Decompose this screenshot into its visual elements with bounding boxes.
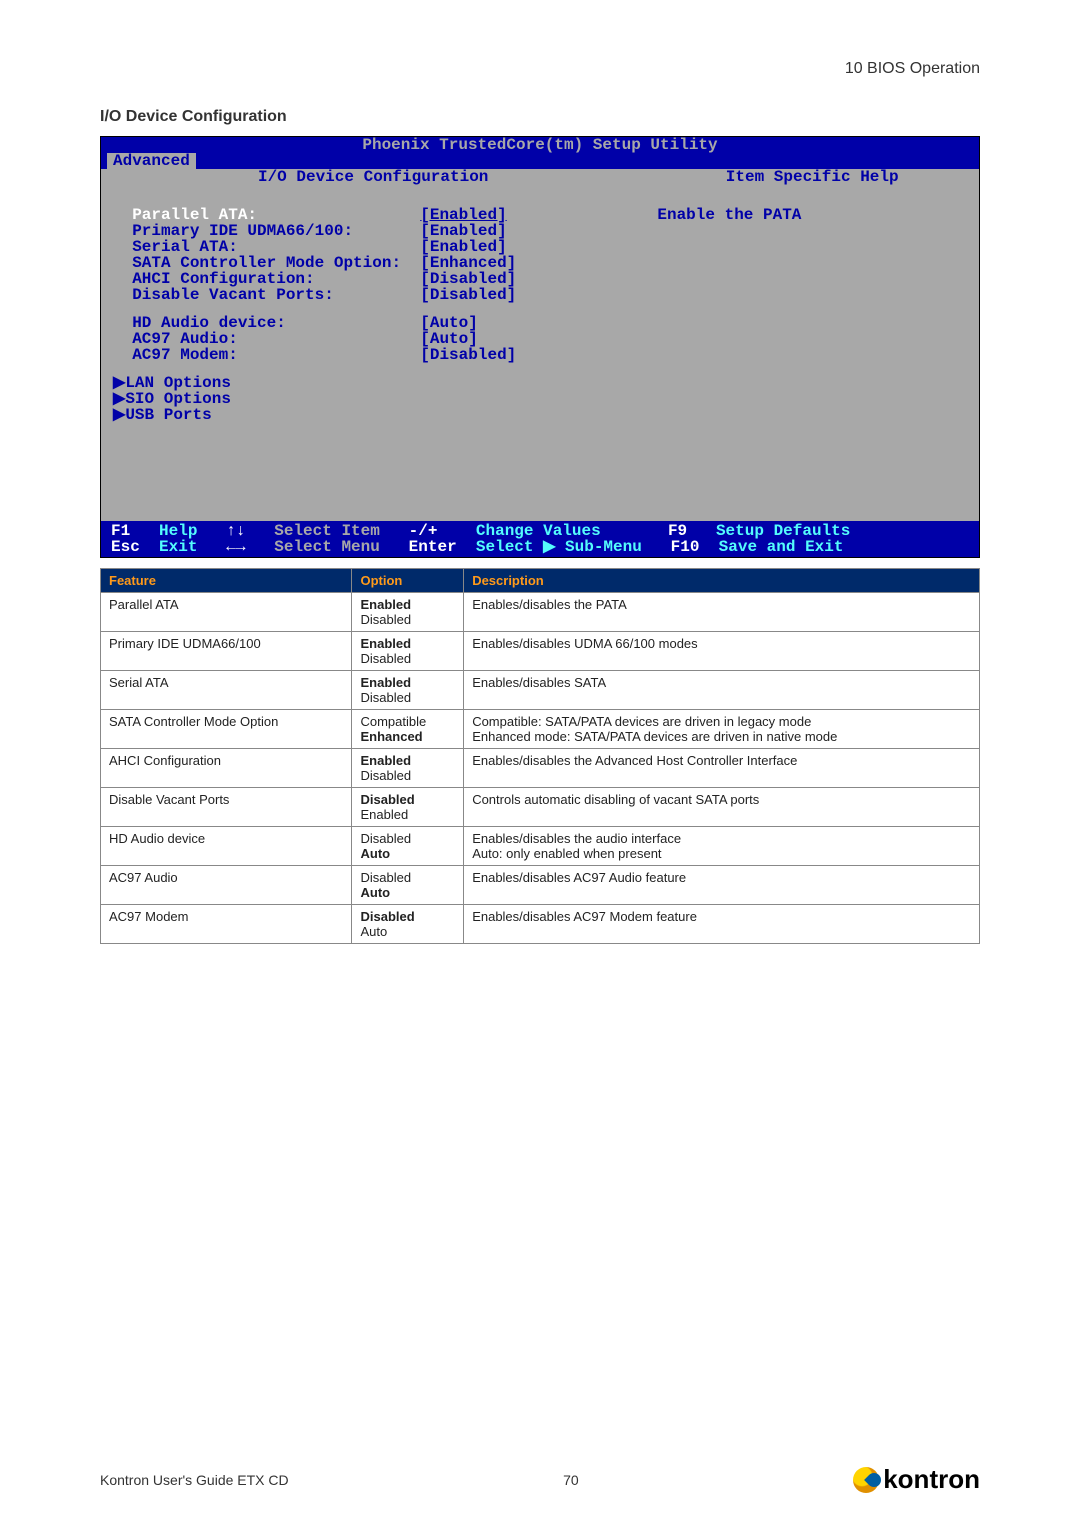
description-cell: Enables/disables the Advanced Host Contr…: [464, 749, 980, 788]
option-cell: EnabledDisabled: [352, 749, 464, 788]
footer-doc-title: Kontron User's Guide ETX CD: [100, 1472, 289, 1488]
feature-cell: HD Audio device: [101, 827, 352, 866]
bios-settings-pane: Parallel ATA: [Enabled] Primary IDE UDMA…: [101, 201, 645, 521]
table-header: Feature: [101, 569, 352, 593]
feature-cell: AHCI Configuration: [101, 749, 352, 788]
option-cell: CompatibleEnhanced: [352, 710, 464, 749]
option-cell: EnabledDisabled: [352, 632, 464, 671]
bios-submenu-item[interactable]: USB Ports: [113, 407, 633, 423]
table-row: AC97 ModemDisabledAutoEnables/disables A…: [101, 905, 980, 944]
option-cell: DisabledAuto: [352, 827, 464, 866]
table-row: AC97 AudioDisabledAutoEnables/disables A…: [101, 866, 980, 905]
bios-setting-row[interactable]: HD Audio device: [Auto]: [113, 315, 633, 331]
bios-help-text: Enable the PATA: [657, 207, 967, 223]
feature-cell: AC97 Audio: [101, 866, 352, 905]
feature-cell: SATA Controller Mode Option: [101, 710, 352, 749]
feature-cell: Primary IDE UDMA66/100: [101, 632, 352, 671]
bios-setting-row[interactable]: AC97 Audio: [Auto]: [113, 331, 633, 347]
option-cell: DisabledEnabled: [352, 788, 464, 827]
page-footer: Kontron User's Guide ETX CD 70 kontron: [100, 1464, 980, 1495]
option-cell: DisabledAuto: [352, 866, 464, 905]
table-row: SATA Controller Mode OptionCompatibleEnh…: [101, 710, 980, 749]
description-cell: Enables/disables the PATA: [464, 593, 980, 632]
bios-footer: F1 Help ↑↓ Select Item -/+ Change Values…: [101, 521, 979, 557]
bios-submenu-item[interactable]: SIO Options: [113, 391, 633, 407]
description-cell: Enables/disables SATA: [464, 671, 980, 710]
bios-tab-advanced[interactable]: Advanced: [107, 153, 196, 169]
table-row: Serial ATAEnabledDisabledEnables/disable…: [101, 671, 980, 710]
feature-cell: Disable Vacant Ports: [101, 788, 352, 827]
description-cell: Enables/disables the audio interface Aut…: [464, 827, 980, 866]
description-cell: Compatible: SATA/PATA devices are driven…: [464, 710, 980, 749]
table-row: Disable Vacant PortsDisabledEnabledContr…: [101, 788, 980, 827]
option-cell: EnabledDisabled: [352, 593, 464, 632]
footer-page-number: 70: [563, 1472, 579, 1488]
table-row: Primary IDE UDMA66/100EnabledDisabledEna…: [101, 632, 980, 671]
feature-cell: AC97 Modem: [101, 905, 352, 944]
kontron-logo-icon: [853, 1467, 879, 1493]
chapter-header: 10 BIOS Operation: [100, 60, 980, 78]
bios-setting-row[interactable]: Serial ATA: [Enabled]: [113, 239, 633, 255]
feature-table: FeatureOptionDescription Parallel ATAEna…: [100, 568, 980, 944]
option-cell: DisabledAuto: [352, 905, 464, 944]
section-title: I/O Device Configuration: [100, 108, 980, 126]
bios-tabs: Advanced: [101, 153, 979, 169]
bios-screenshot: Phoenix TrustedCore(tm) Setup Utility Ad…: [100, 136, 980, 558]
feature-cell: Serial ATA: [101, 671, 352, 710]
description-cell: Enables/disables AC97 Audio feature: [464, 866, 980, 905]
table-header: Option: [352, 569, 464, 593]
bios-subtitles: I/O Device Configuration Item Specific H…: [101, 169, 979, 185]
table-header: Description: [464, 569, 980, 593]
description-cell: Enables/disables UDMA 66/100 modes: [464, 632, 980, 671]
bios-setting-row[interactable]: SATA Controller Mode Option: [Enhanced]: [113, 255, 633, 271]
bios-setting-row[interactable]: Disable Vacant Ports: [Disabled]: [113, 287, 633, 303]
bios-setting-row[interactable]: AHCI Configuration: [Disabled]: [113, 271, 633, 287]
table-row: Parallel ATAEnabledDisabledEnables/disab…: [101, 593, 980, 632]
bios-setting-row[interactable]: Primary IDE UDMA66/100: [Enabled]: [113, 223, 633, 239]
bios-help-pane: Enable the PATA: [645, 201, 979, 521]
table-row: HD Audio deviceDisabledAutoEnables/disab…: [101, 827, 980, 866]
bios-setting-row[interactable]: Parallel ATA: [Enabled]: [113, 207, 633, 223]
table-row: AHCI ConfigurationEnabledDisabledEnables…: [101, 749, 980, 788]
description-cell: Enables/disables AC97 Modem feature: [464, 905, 980, 944]
bios-title: Phoenix TrustedCore(tm) Setup Utility: [101, 137, 979, 153]
bios-left-title: I/O Device Configuration: [101, 169, 645, 185]
brand-name: kontron: [883, 1464, 980, 1495]
bios-right-title: Item Specific Help: [645, 169, 979, 185]
feature-cell: Parallel ATA: [101, 593, 352, 632]
bios-setting-row[interactable]: AC97 Modem: [Disabled]: [113, 347, 633, 363]
brand-logo: kontron: [853, 1464, 980, 1495]
bios-submenu-item[interactable]: LAN Options: [113, 375, 633, 391]
description-cell: Controls automatic disabling of vacant S…: [464, 788, 980, 827]
option-cell: EnabledDisabled: [352, 671, 464, 710]
